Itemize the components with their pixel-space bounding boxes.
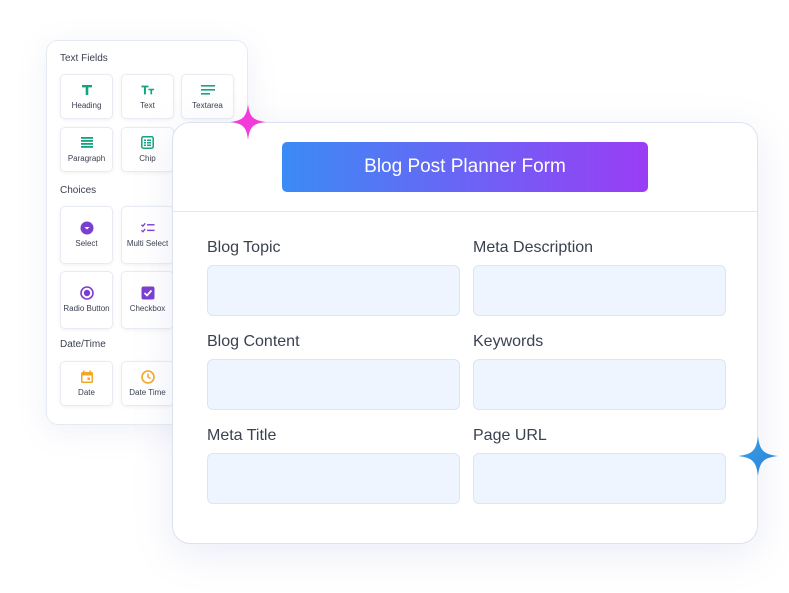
paragraph-icon [80, 136, 94, 150]
palette-item-checkbox[interactable]: Checkbox [121, 271, 174, 329]
label-keywords: Keywords [473, 333, 544, 350]
chip-list-icon [141, 136, 155, 150]
sparkle-blue-icon [738, 436, 778, 476]
label-page-url: Page URL [473, 427, 547, 444]
label-blog-content: Blog Content [207, 333, 300, 350]
meta-title-input[interactable] [207, 453, 460, 504]
text-size-icon [140, 83, 155, 97]
palette-item-date[interactable]: Date [60, 361, 113, 406]
palette-item-label: Select [75, 239, 98, 248]
form-divider [173, 211, 757, 212]
multi-check-icon [140, 221, 155, 235]
palette-item-label: Checkbox [129, 304, 166, 313]
sparkle-pink-icon [230, 104, 266, 140]
dropdown-circle-icon [80, 221, 94, 235]
heading-icon [80, 83, 94, 97]
palette-item-date-time[interactable]: Date Time [121, 361, 174, 406]
page-url-input[interactable] [473, 453, 726, 504]
form-title: Blog Post Planner Form [282, 142, 648, 192]
checkbox-icon [141, 286, 155, 300]
section-label-text-fields: Text Fields [60, 53, 108, 64]
palette-item-label: Text [140, 100, 155, 110]
palette-item-label: Chip [139, 153, 156, 163]
blog-post-planner-form: Blog Post Planner Form Blog Topic Meta D… [172, 122, 758, 544]
textarea-lines-icon [200, 83, 215, 97]
palette-item-chip[interactable]: Chip [121, 127, 174, 172]
palette-item-label: Radio Button [63, 304, 110, 313]
section-label-date-time: Date/Time [60, 339, 106, 350]
section-label-choices: Choices [60, 185, 97, 196]
blog-topic-input[interactable] [207, 265, 460, 316]
keywords-input[interactable] [473, 359, 726, 410]
meta-description-input[interactable] [473, 265, 726, 316]
palette-item-text[interactable]: Text [121, 74, 174, 119]
palette-item-heading[interactable]: Heading [60, 74, 113, 119]
label-meta-title: Meta Title [207, 427, 277, 444]
blog-content-input[interactable] [207, 359, 460, 410]
label-meta-description: Meta Description [473, 239, 594, 256]
palette-item-textarea[interactable]: Textarea [181, 74, 234, 119]
label-blog-topic: Blog Topic [207, 239, 281, 256]
palette-item-label: Paragraph [67, 153, 106, 163]
radio-icon [79, 286, 94, 300]
palette-item-label: Multi Select [126, 239, 169, 248]
palette-item-select[interactable]: Select [60, 206, 113, 264]
calendar-icon [80, 370, 94, 384]
palette-item-paragraph[interactable]: Paragraph [60, 127, 113, 172]
palette-item-label: Date Time [129, 387, 166, 397]
clock-icon [140, 369, 155, 384]
palette-item-label: Heading [71, 100, 102, 110]
palette-item-label: Textarea [192, 100, 223, 110]
palette-item-radio-button[interactable]: Radio Button [60, 271, 113, 329]
palette-item-label: Date [78, 387, 95, 397]
palette-item-multi-select[interactable]: Multi Select [121, 206, 174, 264]
